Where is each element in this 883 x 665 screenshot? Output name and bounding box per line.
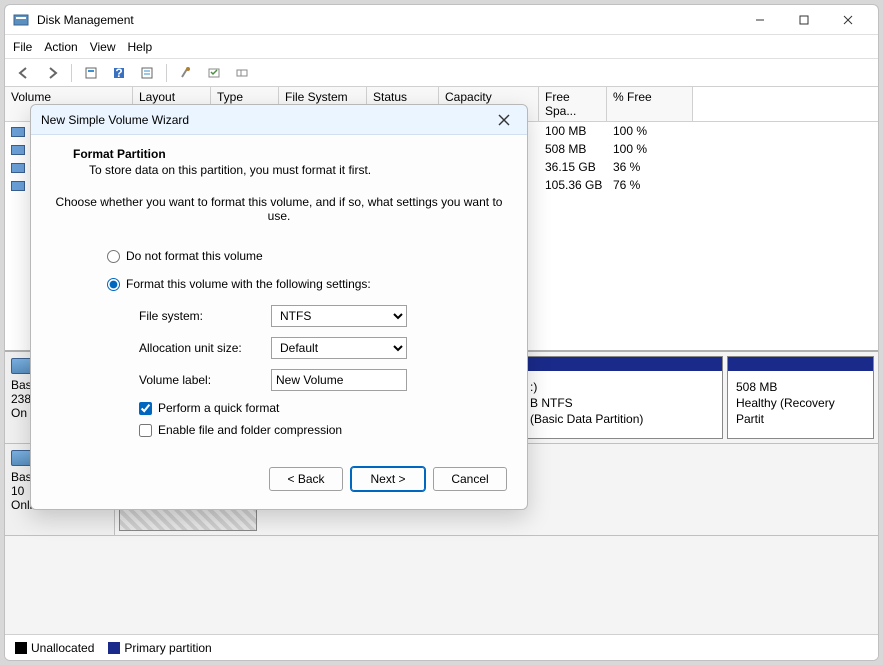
wizard-instruction: Choose whether you want to format this v… <box>53 195 505 223</box>
separator <box>166 64 167 82</box>
radio-format-input[interactable] <box>107 278 120 291</box>
partition-line: B NTFS <box>530 395 714 411</box>
wizard-subheading: To store data on this partition, you mus… <box>89 163 505 177</box>
settings-icon[interactable] <box>175 62 197 84</box>
minimize-button[interactable] <box>738 6 782 34</box>
label-volume-label: Volume label: <box>139 373 271 387</box>
partition-topbar <box>522 357 722 371</box>
forward-icon[interactable] <box>41 62 63 84</box>
help-icon[interactable]: ? <box>108 62 130 84</box>
wizard-footer: < Back Next > Cancel <box>31 451 527 509</box>
back-icon[interactable] <box>13 62 35 84</box>
volume-icon <box>11 127 25 137</box>
label-filesystem: File system: <box>139 309 271 323</box>
cell-pct: 100 % <box>607 123 693 139</box>
close-button[interactable] <box>826 6 870 34</box>
check-quick-format[interactable]: Perform a quick format <box>139 401 505 415</box>
cell-free: 36.15 GB <box>539 159 607 175</box>
menubar: File Action View Help <box>5 35 878 59</box>
toolbar: ? <box>5 59 878 87</box>
input-volume-label[interactable] <box>271 369 407 391</box>
check-compression[interactable]: Enable file and folder compression <box>139 423 505 437</box>
svg-text:?: ? <box>115 66 122 80</box>
partition-line: Healthy (Recovery Partit <box>736 395 865 427</box>
checkbox-compression-label: Enable file and folder compression <box>158 423 342 437</box>
radio-format-label: Format this volume with the following se… <box>126 277 371 291</box>
radio-no-format[interactable]: Do not format this volume <box>107 249 505 263</box>
swatch-unallocated <box>15 642 27 654</box>
separator <box>71 64 72 82</box>
refresh-icon[interactable] <box>136 62 158 84</box>
volume-icon <box>11 181 25 191</box>
wizard-titlebar: New Simple Volume Wizard <box>31 105 527 135</box>
wizard-title: New Simple Volume Wizard <box>41 113 491 127</box>
cell-pct: 36 % <box>607 159 693 175</box>
detail-icon[interactable] <box>231 62 253 84</box>
wizard-body: Format Partition To store data on this p… <box>31 135 527 451</box>
menu-help[interactable]: Help <box>128 40 153 54</box>
wizard-close-button[interactable] <box>491 107 517 133</box>
volume-icon <box>11 163 25 173</box>
menu-action[interactable]: Action <box>44 40 77 54</box>
radio-no-format-label: Do not format this volume <box>126 249 263 263</box>
checkbox-quick-format[interactable] <box>139 402 152 415</box>
col-freespace[interactable]: Free Spa... <box>539 87 607 121</box>
wizard-heading: Format Partition <box>73 147 505 161</box>
checkbox-quick-format-label: Perform a quick format <box>158 401 279 415</box>
new-simple-volume-wizard: New Simple Volume Wizard Format Partitio… <box>30 104 528 510</box>
select-allocation-unit[interactable]: Default <box>271 337 407 359</box>
app-icon <box>13 12 29 28</box>
legend-unallocated: Unallocated <box>15 641 94 655</box>
label-allocation-unit: Allocation unit size: <box>139 341 271 355</box>
select-filesystem[interactable]: NTFS <box>271 305 407 327</box>
properties-icon[interactable] <box>80 62 102 84</box>
partition[interactable]: :) B NTFS (Basic Data Partition) <box>521 356 723 439</box>
menu-file[interactable]: File <box>13 40 32 54</box>
cell-pct: 100 % <box>607 141 693 157</box>
legend: Unallocated Primary partition <box>5 634 878 660</box>
close-icon <box>498 114 510 126</box>
menu-view[interactable]: View <box>90 40 116 54</box>
next-button[interactable]: Next > <box>351 467 425 491</box>
checkbox-compression[interactable] <box>139 424 152 437</box>
cell-pct: 76 % <box>607 177 693 193</box>
radio-format[interactable]: Format this volume with the following se… <box>107 277 505 291</box>
window-title: Disk Management <box>37 13 738 27</box>
cell-free: 100 MB <box>539 123 607 139</box>
partition-line: (Basic Data Partition) <box>530 411 714 427</box>
cell-free: 105.36 GB <box>539 177 607 193</box>
legend-primary: Primary partition <box>108 641 211 655</box>
partition-line: :) <box>530 379 714 395</box>
back-button[interactable]: < Back <box>269 467 343 491</box>
col-pctfree[interactable]: % Free <box>607 87 693 121</box>
partition-line: 508 MB <box>736 379 865 395</box>
cancel-button[interactable]: Cancel <box>433 467 507 491</box>
titlebar: Disk Management <box>5 5 878 35</box>
partition-topbar <box>728 357 873 371</box>
cell-free: 508 MB <box>539 141 607 157</box>
volume-icon <box>11 145 25 155</box>
partition[interactable]: 508 MB Healthy (Recovery Partit <box>727 356 874 439</box>
swatch-primary <box>108 642 120 654</box>
format-settings: File system: NTFS Allocation unit size: … <box>139 305 505 437</box>
maximize-button[interactable] <box>782 6 826 34</box>
radio-no-format-input[interactable] <box>107 250 120 263</box>
list-icon[interactable] <box>203 62 225 84</box>
